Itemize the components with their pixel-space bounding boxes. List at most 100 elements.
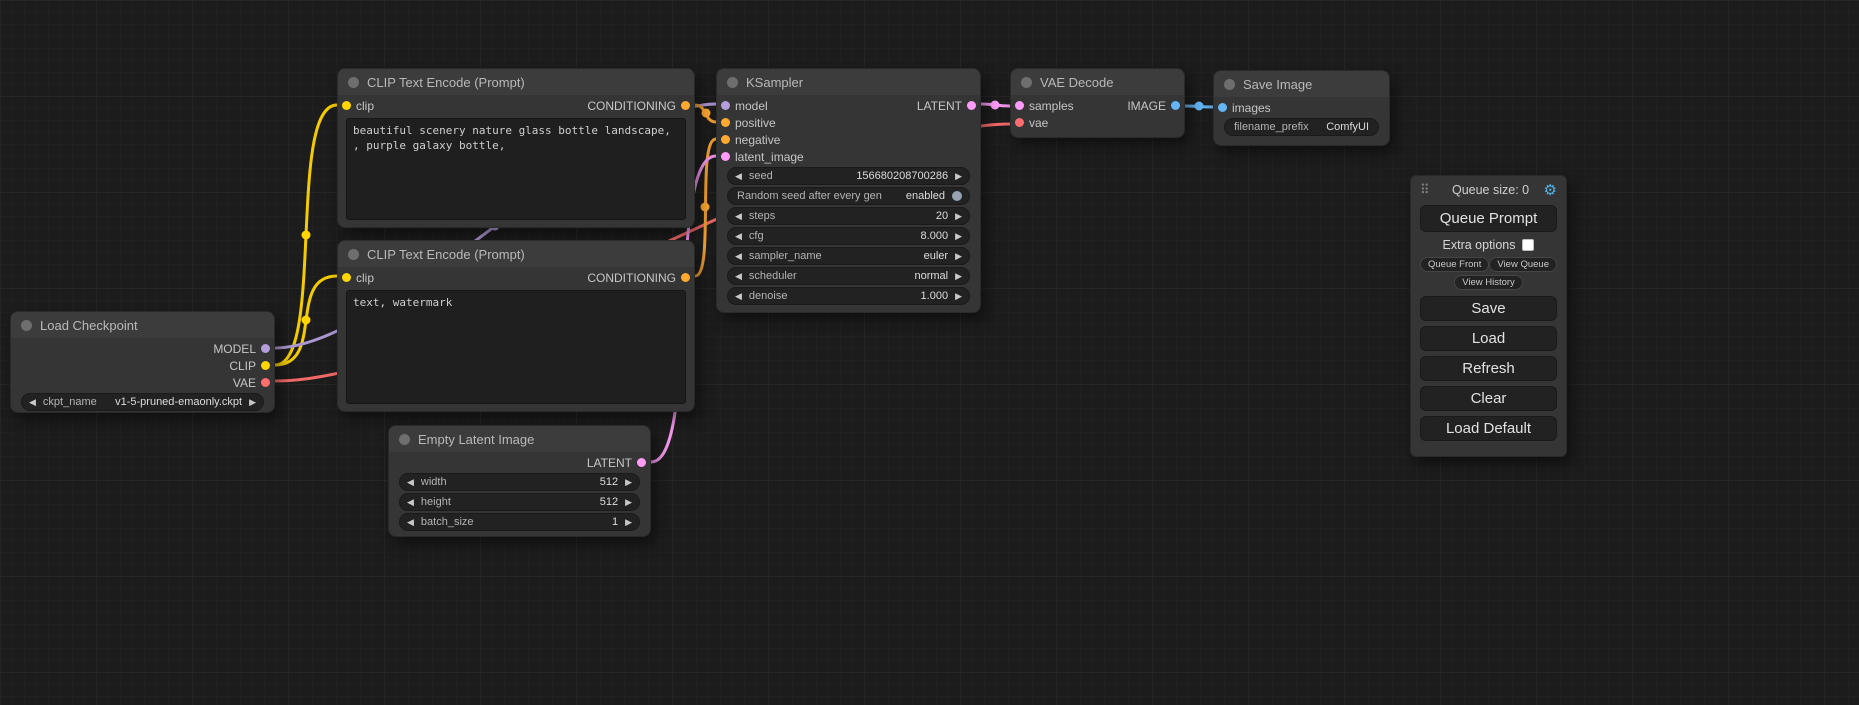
view-queue-button[interactable]: View Queue	[1489, 257, 1557, 272]
load-default-button[interactable]: Load Default	[1420, 416, 1557, 441]
latent-slot-dot[interactable]	[967, 101, 976, 110]
toggle-on-dot[interactable]	[952, 191, 962, 201]
output-slot-latent[interactable]: LATENT	[917, 97, 980, 114]
clip-slot-dot[interactable]	[261, 361, 270, 370]
wire-midpoint-dot[interactable]	[302, 316, 311, 325]
decrement-arrow-icon[interactable]: ◀	[407, 498, 414, 507]
steps-widget[interactable]: ◀ steps 20 ▶	[727, 207, 970, 225]
input-slot-positive[interactable]: positive	[717, 114, 980, 131]
queue-front-button[interactable]: Queue Front	[1420, 257, 1489, 272]
scheduler-widget[interactable]: ◀ scheduler normal ▶	[727, 267, 970, 285]
node-header[interactable]: Empty Latent Image	[389, 426, 650, 452]
wire-midpoint-dot[interactable]	[302, 231, 311, 240]
positive-prompt-textarea[interactable]: beautiful scenery nature glass bottle la…	[346, 118, 686, 220]
refresh-button[interactable]: Refresh	[1420, 356, 1557, 381]
decrement-arrow-icon[interactable]: ◀	[735, 252, 742, 261]
image-slot-dot[interactable]	[1218, 103, 1227, 112]
input-slot-model[interactable]: model	[717, 97, 768, 114]
sampler-name-widget[interactable]: ◀ sampler_name euler ▶	[727, 247, 970, 265]
node-load-checkpoint[interactable]: Load Checkpoint MODEL CLIP VAE ◀ ckpt_na…	[10, 311, 275, 413]
node-header[interactable]: VAE Decode	[1011, 69, 1184, 95]
conditioning-slot-dot[interactable]	[681, 273, 690, 282]
decrement-arrow-icon[interactable]: ◀	[29, 398, 36, 407]
node-collapse-dot-icon[interactable]	[348, 249, 359, 260]
model-slot-dot[interactable]	[261, 344, 270, 353]
batch-size-widget[interactable]: ◀ batch_size 1 ▶	[399, 513, 640, 531]
save-button[interactable]: Save	[1420, 296, 1557, 321]
input-slot-clip[interactable]: clip	[338, 97, 374, 114]
node-empty-latent-image[interactable]: Empty Latent Image LATENT ◀ width 512 ▶ …	[388, 425, 651, 537]
output-slot-clip[interactable]: CLIP	[229, 357, 274, 374]
clip-slot-dot[interactable]	[342, 273, 351, 282]
node-collapse-dot-icon[interactable]	[1021, 77, 1032, 88]
node-clip-text-encode-positive[interactable]: CLIP Text Encode (Prompt) clip CONDITION…	[337, 68, 695, 228]
node-header[interactable]: Load Checkpoint	[11, 312, 274, 338]
increment-arrow-icon[interactable]: ▶	[955, 292, 962, 301]
seed-widget[interactable]: ◀ seed 156680208700286 ▶	[727, 167, 970, 185]
node-header[interactable]: CLIP Text Encode (Prompt)	[338, 241, 694, 267]
output-slot-conditioning[interactable]: CONDITIONING	[587, 97, 694, 114]
ckpt-name-widget[interactable]: ◀ ckpt_name v1-5-pruned-emaonly.ckpt ▶	[21, 393, 264, 411]
latent-slot-dot[interactable]	[637, 458, 646, 467]
node-graph-canvas[interactable]: Load Checkpoint MODEL CLIP VAE ◀ ckpt_na…	[0, 0, 1859, 705]
decrement-arrow-icon[interactable]: ◀	[735, 292, 742, 301]
output-slot-image[interactable]: IMAGE	[1127, 97, 1184, 114]
increment-arrow-icon[interactable]: ▶	[955, 272, 962, 281]
wire-midpoint-dot[interactable]	[991, 101, 1000, 110]
extra-options-checkbox[interactable]	[1522, 239, 1534, 251]
conditioning-slot-dot[interactable]	[681, 101, 690, 110]
decrement-arrow-icon[interactable]: ◀	[735, 272, 742, 281]
image-slot-dot[interactable]	[1171, 101, 1180, 110]
decrement-arrow-icon[interactable]: ◀	[407, 478, 414, 487]
increment-arrow-icon[interactable]: ▶	[955, 212, 962, 221]
input-slot-images[interactable]: images	[1214, 99, 1389, 116]
height-widget[interactable]: ◀ height 512 ▶	[399, 493, 640, 511]
node-collapse-dot-icon[interactable]	[348, 77, 359, 88]
decrement-arrow-icon[interactable]: ◀	[735, 172, 742, 181]
conditioning-slot-dot[interactable]	[721, 118, 730, 127]
wire-midpoint-dot[interactable]	[1195, 102, 1204, 111]
random-seed-toggle[interactable]: Random seed after every gen enabled	[727, 187, 970, 205]
node-header[interactable]: CLIP Text Encode (Prompt)	[338, 69, 694, 95]
node-header[interactable]: KSampler	[717, 69, 980, 95]
node-collapse-dot-icon[interactable]	[1224, 79, 1235, 90]
load-button[interactable]: Load	[1420, 326, 1557, 351]
input-slot-samples[interactable]: samples	[1011, 97, 1074, 114]
clear-button[interactable]: Clear	[1420, 386, 1557, 411]
conditioning-slot-dot[interactable]	[721, 135, 730, 144]
increment-arrow-icon[interactable]: ▶	[625, 518, 632, 527]
increment-arrow-icon[interactable]: ▶	[955, 252, 962, 261]
decrement-arrow-icon[interactable]: ◀	[735, 212, 742, 221]
drag-handle-icon[interactable]: ⠿	[1420, 182, 1430, 198]
decrement-arrow-icon[interactable]: ◀	[407, 518, 414, 527]
output-slot-latent[interactable]: LATENT	[587, 454, 650, 471]
settings-gear-icon[interactable]: ⚙	[1544, 183, 1557, 198]
node-save-image[interactable]: Save Image images filename_prefix ComfyU…	[1213, 70, 1390, 146]
clip-slot-dot[interactable]	[342, 101, 351, 110]
vae-slot-dot[interactable]	[1015, 118, 1024, 127]
input-slot-latent-image[interactable]: latent_image	[717, 148, 980, 165]
input-slot-clip[interactable]: clip	[338, 269, 374, 286]
input-slot-negative[interactable]: negative	[717, 131, 980, 148]
latent-slot-dot[interactable]	[721, 152, 730, 161]
output-slot-vae[interactable]: VAE	[233, 374, 274, 391]
increment-arrow-icon[interactable]: ▶	[625, 478, 632, 487]
increment-arrow-icon[interactable]: ▶	[955, 232, 962, 241]
node-clip-text-encode-negative[interactable]: CLIP Text Encode (Prompt) clip CONDITION…	[337, 240, 695, 412]
output-slot-model[interactable]: MODEL	[213, 340, 274, 357]
denoise-widget[interactable]: ◀ denoise 1.000 ▶	[727, 287, 970, 305]
filename-prefix-widget[interactable]: filename_prefix ComfyUI	[1224, 118, 1379, 136]
queue-prompt-button[interactable]: Queue Prompt	[1420, 205, 1557, 232]
vae-slot-dot[interactable]	[261, 378, 270, 387]
negative-prompt-textarea[interactable]: text, watermark	[346, 290, 686, 404]
node-header[interactable]: Save Image	[1214, 71, 1389, 97]
latent-slot-dot[interactable]	[1015, 101, 1024, 110]
decrement-arrow-icon[interactable]: ◀	[735, 232, 742, 241]
output-slot-conditioning[interactable]: CONDITIONING	[587, 269, 694, 286]
cfg-widget[interactable]: ◀ cfg 8.000 ▶	[727, 227, 970, 245]
width-widget[interactable]: ◀ width 512 ▶	[399, 473, 640, 491]
wire-midpoint-dot[interactable]	[702, 109, 711, 118]
view-history-button[interactable]: View History	[1454, 275, 1523, 290]
increment-arrow-icon[interactable]: ▶	[955, 172, 962, 181]
node-collapse-dot-icon[interactable]	[21, 320, 32, 331]
